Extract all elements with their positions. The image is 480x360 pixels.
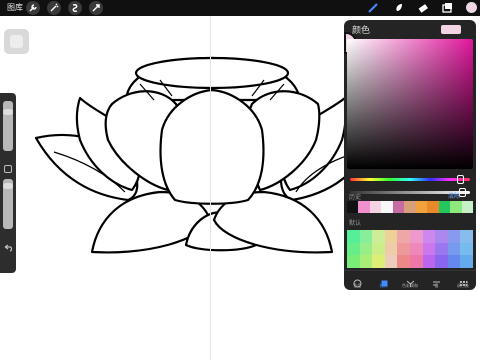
color-mode-tab[interactable]: 经典 — [370, 271, 396, 290]
left-sidebar — [0, 93, 16, 273]
history-swatch[interactable] — [392, 201, 405, 213]
history-swatch[interactable] — [415, 201, 428, 213]
opacity-thumb[interactable] — [3, 183, 13, 189]
palette-swatch[interactable] — [422, 242, 436, 256]
palette-swatch[interactable] — [397, 230, 410, 243]
brush-size-thumb[interactable] — [3, 109, 13, 115]
undo-icon[interactable] — [2, 243, 14, 255]
palette-swatch[interactable] — [410, 242, 423, 256]
disc-icon — [353, 273, 362, 288]
palette-grid-icon — [459, 273, 468, 286]
palette-swatch[interactable] — [359, 242, 373, 256]
modify-button[interactable] — [4, 165, 12, 173]
transform-arrow-icon[interactable] — [89, 1, 103, 15]
palette-swatch[interactable] — [347, 242, 360, 256]
history-swatch[interactable] — [369, 201, 382, 213]
hue-slider[interactable] — [350, 178, 470, 181]
active-color-button[interactable] — [466, 2, 477, 13]
color-mode-tab[interactable]: 色彩调和 — [397, 271, 423, 290]
history-swatch[interactable] — [404, 201, 416, 213]
color-mode-tab-label: 值 — [434, 283, 439, 288]
palette-swatch[interactable] — [384, 242, 398, 256]
palette-swatch[interactable] — [447, 255, 461, 268]
color-mode-tab-label: 色盘 — [353, 283, 362, 288]
palette-swatch[interactable] — [435, 230, 448, 243]
color-mode-tab-label: 色彩调和 — [402, 283, 419, 288]
brush-icon[interactable] — [366, 1, 380, 15]
palette-label: 默认 — [349, 220, 362, 227]
palette-swatch[interactable] — [460, 230, 473, 243]
color-palette — [347, 230, 473, 268]
palette-swatch[interactable] — [435, 255, 448, 268]
color-mode-tabs: 色盘 经典 色彩调和 值 调色板 — [344, 270, 476, 290]
palette-swatch[interactable] — [347, 230, 360, 243]
history-swatch[interactable] — [438, 201, 451, 213]
opacity-slider-knob[interactable] — [459, 188, 466, 197]
sliders-icon — [432, 273, 441, 286]
reference-button[interactable] — [4, 29, 29, 54]
palette-swatch[interactable] — [359, 255, 373, 268]
palette-swatch[interactable] — [359, 230, 373, 243]
color-history — [347, 201, 473, 213]
color-mode-tab-label: 经典 — [379, 283, 388, 288]
palette-swatch[interactable] — [372, 242, 385, 256]
current-color-swatch[interactable] — [441, 25, 461, 34]
palette-swatch[interactable] — [410, 230, 423, 243]
hue-slider-knob[interactable] — [457, 175, 464, 184]
palette-swatch[interactable] — [372, 255, 385, 268]
smudge-icon[interactable] — [392, 1, 406, 15]
palette-swatch[interactable] — [422, 230, 436, 243]
panel-title: 颜色 — [352, 26, 371, 36]
palette-swatch[interactable] — [422, 255, 436, 268]
gallery-button[interactable]: 图库 — [7, 3, 23, 13]
palette-swatch[interactable] — [460, 242, 473, 256]
history-swatch[interactable] — [450, 201, 462, 213]
palette-swatch[interactable] — [384, 230, 398, 243]
color-mode-tab[interactable]: 值 — [423, 271, 449, 290]
layers-icon[interactable] — [440, 1, 454, 15]
classic-square-icon — [380, 273, 389, 287]
color-mode-tab[interactable]: 调色板 — [450, 271, 476, 290]
palette-swatch[interactable] — [410, 255, 423, 268]
magic-wand-icon[interactable] — [47, 1, 61, 15]
palette-swatch[interactable] — [460, 255, 473, 268]
harmony-icon — [406, 273, 415, 287]
symmetry-guide — [210, 16, 211, 360]
color-mode-tab-label: 调色板 — [456, 283, 469, 288]
clear-history-button[interactable]: 清除 — [448, 191, 460, 200]
color-mode-tab[interactable]: 色盘 — [344, 271, 370, 290]
color-panel: 颜色 历史 清除 默认 色盘 经典 色彩调和 值 调色板 — [344, 20, 476, 290]
history-swatch[interactable] — [427, 201, 439, 213]
palette-swatch[interactable] — [384, 255, 398, 268]
history-label: 历史 — [349, 194, 362, 201]
history-swatch[interactable] — [347, 201, 359, 213]
palette-swatch[interactable] — [372, 230, 385, 243]
palette-swatch[interactable] — [347, 255, 360, 268]
palette-swatch[interactable] — [397, 242, 410, 256]
history-swatch[interactable] — [381, 201, 393, 213]
top-toolbar: 图库 — [0, 0, 480, 16]
wrench-icon[interactable] — [26, 1, 40, 15]
palette-swatch[interactable] — [447, 230, 461, 243]
eraser-icon[interactable] — [416, 1, 430, 15]
saturation-field[interactable] — [347, 39, 473, 169]
palette-swatch[interactable] — [447, 242, 461, 256]
history-swatch[interactable] — [358, 201, 370, 213]
palette-swatch[interactable] — [397, 255, 410, 268]
selection-icon[interactable] — [68, 1, 82, 15]
palette-swatch[interactable] — [435, 242, 448, 256]
history-swatch[interactable] — [461, 201, 473, 213]
